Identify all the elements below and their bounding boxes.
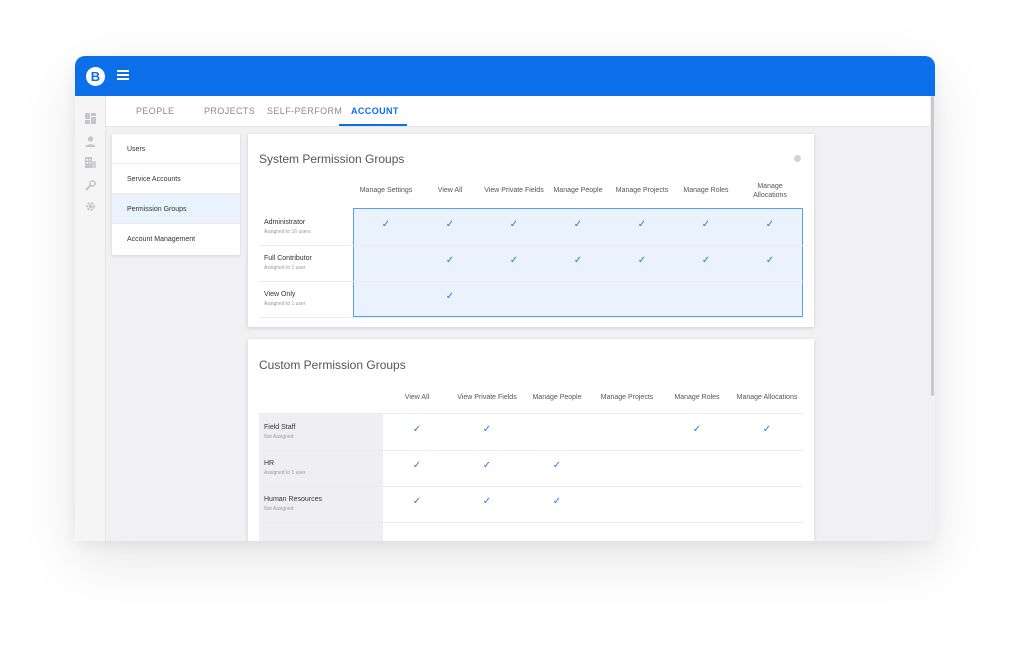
group-assigned-count: Assigned to 1 user — [264, 470, 306, 476]
column-header: Manage Roles — [683, 187, 729, 194]
wrench-icon[interactable] — [84, 179, 97, 192]
scrollbar-thumb[interactable] — [931, 96, 934, 396]
column-header: Manage People — [532, 394, 582, 401]
tab-account[interactable]: ACCOUNT — [351, 106, 399, 116]
column-header: Manage Allocations — [753, 183, 787, 199]
column-header: View All — [404, 394, 430, 401]
check-icon[interactable]: ✓ — [572, 219, 584, 230]
active-tab-indicator — [339, 124, 407, 126]
row-divider — [259, 522, 803, 523]
check-icon[interactable]: ✓ — [444, 291, 456, 302]
row-divider — [259, 281, 803, 282]
tab-people[interactable]: PEOPLE — [136, 106, 174, 116]
group-assigned-count: Assigned to 16 users — [264, 229, 311, 235]
check-icon[interactable]: ✓ — [481, 496, 493, 507]
menu-icon[interactable] — [117, 70, 129, 80]
system-permission-groups-card: System Permission Groups Manage Settings… — [248, 134, 814, 327]
check-icon[interactable]: ✓ — [572, 255, 584, 266]
group-assigned-count: Assigned to 1 user — [264, 265, 306, 271]
gear-icon[interactable] — [84, 200, 97, 213]
check-icon[interactable]: ✓ — [444, 219, 456, 230]
column-header: Manage Projects — [600, 394, 654, 401]
scrollbar[interactable] — [930, 96, 935, 541]
group-name: Administrator — [264, 219, 306, 226]
tab-projects[interactable]: PROJECTS — [204, 106, 255, 116]
check-icon[interactable]: ✓ — [691, 424, 703, 435]
check-icon[interactable]: ✓ — [411, 424, 423, 435]
main-tab-bar: PEOPLE PROJECTS SELF-PERFORM ACCOUNT — [106, 96, 930, 127]
card-title: Custom Permission Groups — [259, 358, 406, 372]
row-divider — [259, 245, 803, 246]
check-icon[interactable]: ✓ — [481, 424, 493, 435]
group-assigned-count: Not Assigned — [264, 506, 294, 512]
check-icon[interactable]: ✓ — [551, 460, 563, 471]
column-header: View Private Fields — [457, 394, 517, 401]
column-header: Manage People — [553, 187, 603, 194]
dashboard-icon[interactable] — [84, 112, 97, 125]
row-divider — [259, 486, 803, 487]
custom-permission-groups-card: Custom Permission Groups View All View Pr… — [248, 339, 814, 541]
check-icon[interactable]: ✓ — [551, 496, 563, 507]
column-header: View Private Fields — [484, 187, 544, 194]
group-assigned-count: Assigned to 1 user — [264, 301, 306, 307]
row-divider — [259, 450, 803, 451]
check-icon[interactable]: ✓ — [636, 255, 648, 266]
check-icon[interactable]: ✓ — [411, 460, 423, 471]
subnav-users[interactable]: Users — [112, 134, 240, 164]
top-app-bar: B — [75, 56, 935, 96]
check-icon[interactable]: ✓ — [481, 460, 493, 471]
subnav-permission-groups[interactable]: Permission Groups — [112, 194, 240, 224]
group-assigned-count: Not Assigned — [264, 434, 294, 440]
check-icon[interactable]: ✓ — [411, 496, 423, 507]
check-icon[interactable]: ✓ — [508, 255, 520, 266]
column-header: Manage Projects — [615, 187, 669, 194]
column-header: Manage Allocations — [736, 394, 798, 401]
card-title: System Permission Groups — [259, 152, 405, 166]
check-icon[interactable]: ✓ — [444, 255, 456, 266]
logo-icon[interactable]: B — [86, 67, 105, 86]
person-icon[interactable] — [84, 135, 97, 148]
group-name: Human Resources — [264, 496, 322, 503]
check-icon[interactable]: ✓ — [508, 219, 520, 230]
app-window: B PEOPLE PROJECTS SELF-PERFORM ACCOUNT U… — [75, 56, 935, 541]
check-icon[interactable]: ✓ — [764, 219, 776, 230]
check-icon[interactable]: ✓ — [700, 219, 712, 230]
tab-self-perform[interactable]: SELF-PERFORM — [267, 106, 342, 116]
header-divider — [259, 413, 803, 414]
check-icon[interactable]: ✓ — [636, 219, 648, 230]
left-icon-rail — [75, 96, 106, 541]
row-divider — [259, 317, 803, 318]
check-icon[interactable]: ✓ — [764, 255, 776, 266]
column-header: Manage Settings — [359, 187, 413, 194]
check-icon[interactable]: ✓ — [700, 255, 712, 266]
account-subnav: Users Service Accounts Permission Groups… — [112, 134, 240, 255]
info-icon[interactable] — [794, 155, 801, 162]
check-icon[interactable]: ✓ — [761, 424, 773, 435]
subnav-service-accounts[interactable]: Service Accounts — [112, 164, 240, 194]
group-name: HR — [264, 460, 275, 467]
column-header: View All — [437, 187, 463, 194]
group-name: Full Contributor — [264, 255, 312, 262]
building-icon[interactable] — [84, 156, 97, 169]
subnav-account-management[interactable]: Account Management — [112, 224, 240, 254]
column-header: Manage Roles — [674, 394, 720, 401]
group-name: Field Staff — [264, 424, 296, 431]
check-icon[interactable]: ✓ — [380, 219, 392, 230]
group-name: View Only — [264, 291, 296, 298]
